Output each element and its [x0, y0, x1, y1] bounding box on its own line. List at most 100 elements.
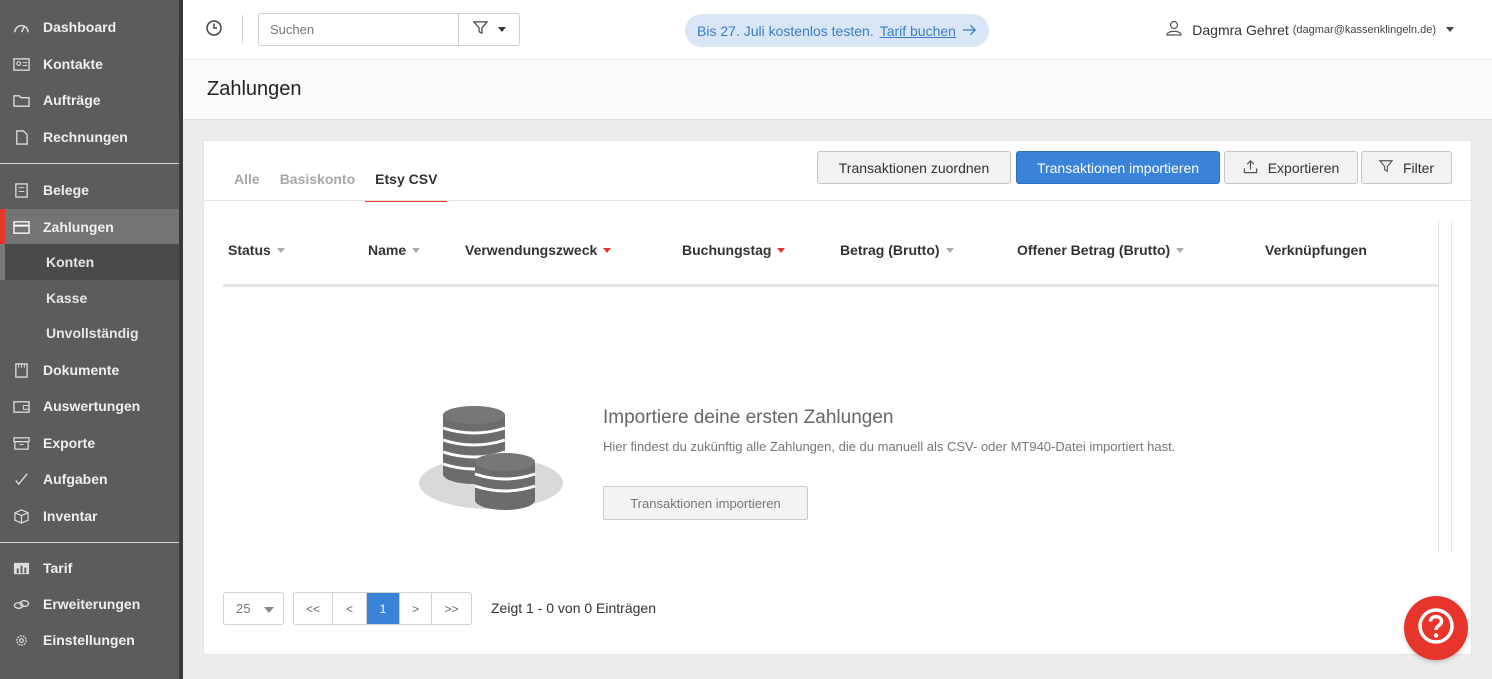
- column-label: Name: [368, 242, 407, 258]
- box-icon: [11, 508, 31, 524]
- sidebar-item-label: Aufträge: [43, 92, 101, 108]
- first-page-button[interactable]: <<: [294, 593, 333, 624]
- sidebar-subitem-kasse[interactable]: Kasse: [0, 280, 179, 316]
- empty-import-button[interactable]: Transaktionen importieren: [603, 486, 808, 520]
- column-header-name[interactable]: Name: [368, 242, 421, 258]
- sidebar-item-kontakte[interactable]: Kontakte: [0, 46, 179, 82]
- page-title: Zahlungen: [207, 78, 302, 100]
- sort-icon: [945, 247, 954, 253]
- sidebar-subitem-konten[interactable]: Konten: [0, 244, 179, 280]
- sidebar-item-label: Erweiterungen: [43, 596, 141, 612]
- account-tabs: Alle Basiskonto Etsy CSV: [224, 165, 448, 202]
- sort-icon: [603, 247, 612, 253]
- sidebar-subitem-label: Konten: [46, 254, 95, 270]
- user-icon: [1166, 20, 1182, 39]
- sidebar-item-zahlungen[interactable]: Zahlungen: [0, 209, 179, 245]
- sidebar-divider: [0, 542, 179, 543]
- sort-icon: [412, 247, 421, 253]
- search-input[interactable]: [258, 13, 458, 46]
- book-plan-link[interactable]: Tarif buchen: [880, 23, 956, 39]
- sidebar-item-label: Auswertungen: [43, 398, 141, 414]
- trial-text: Bis 27. Juli kostenlos testen.: [697, 22, 874, 39]
- page-size-value: 25: [236, 601, 251, 616]
- sidebar-item-dashboard[interactable]: Dashboard: [0, 9, 179, 45]
- user-email: (dagmar@kassenklingeln.de): [1292, 23, 1436, 36]
- column-label: Status: [228, 242, 271, 258]
- filter-label: Filter: [1402, 159, 1435, 176]
- payments-card: Alle Basiskonto Etsy CSV Transaktionen z…: [203, 140, 1472, 655]
- arrow-right-icon[interactable]: [962, 23, 977, 39]
- bar-chart-icon: [11, 560, 31, 576]
- sidebar-item-aufgaben[interactable]: Aufgaben: [0, 461, 179, 497]
- export-icon: [11, 435, 31, 451]
- sidebar-item-rechnungen[interactable]: Rechnungen: [0, 119, 179, 155]
- chevron-down-icon: [497, 27, 506, 32]
- pagination: << < 1 > >>: [293, 592, 472, 625]
- prev-page-button[interactable]: <: [333, 593, 367, 624]
- sort-icon: [276, 247, 285, 253]
- column-header-status[interactable]: Status: [228, 242, 285, 258]
- assign-transactions-button[interactable]: Transaktionen zuordnen: [817, 151, 1011, 184]
- sidebar-item-label: Dokumente: [43, 362, 120, 378]
- import-transactions-button[interactable]: Transaktionen importieren: [1016, 151, 1220, 184]
- column-header-buchungstag[interactable]: Buchungstag: [682, 242, 786, 258]
- sidebar-item-erweiterungen[interactable]: Erweiterungen: [0, 586, 179, 622]
- column-label: Verknüpfungen: [1265, 242, 1367, 258]
- sidebar-item-auftraege[interactable]: Aufträge: [0, 82, 179, 118]
- table-scrollbar[interactable]: [1438, 221, 1452, 552]
- sidebar-item-einstellungen[interactable]: Einstellungen: [0, 622, 179, 658]
- tab-etsy-csv[interactable]: Etsy CSV: [365, 165, 448, 202]
- sidebar-item-exporte[interactable]: Exporte: [0, 425, 179, 461]
- question-mark-icon: [1416, 606, 1456, 651]
- sidebar-item-auswertungen[interactable]: Auswertungen: [0, 388, 179, 424]
- gear-icon: [11, 632, 31, 648]
- filter-button[interactable]: Filter: [1361, 151, 1452, 184]
- folder-icon: [11, 92, 31, 108]
- table-header-divider: [223, 284, 1438, 287]
- sidebar-item-dokumente[interactable]: Dokumente: [0, 352, 179, 388]
- user-menu[interactable]: Dagmra Gehret (dagmar@kassenklingeln.de): [1166, 20, 1454, 39]
- tabs-divider: [204, 200, 1471, 201]
- tab-alle[interactable]: Alle: [224, 165, 270, 202]
- column-header-verwendungszweck[interactable]: Verwendungszweck: [465, 242, 612, 258]
- sidebar-item-label: Dashboard: [43, 19, 117, 35]
- sort-icon: [777, 247, 786, 253]
- column-label: Betrag (Brutto): [840, 242, 940, 258]
- current-page-button[interactable]: 1: [367, 593, 400, 624]
- tab-basiskonto[interactable]: Basiskonto: [270, 165, 365, 202]
- page-size-select[interactable]: 25: [223, 592, 284, 625]
- sidebar-item-inventar[interactable]: Inventar: [0, 498, 179, 534]
- contacts-icon: [11, 56, 31, 72]
- sidebar-item-belege[interactable]: Belege: [0, 172, 179, 208]
- sidebar-item-label: Kontakte: [43, 56, 103, 72]
- sidebar-item-label: Einstellungen: [43, 632, 135, 648]
- sort-icon: [1176, 247, 1185, 253]
- last-page-button[interactable]: >>: [432, 593, 471, 624]
- trial-banner: Bis 27. Juli kostenlos testen. Tarif buc…: [685, 14, 989, 47]
- column-header-verknuepfungen: Verknüpfungen: [1265, 242, 1367, 258]
- credit-card-icon: [11, 219, 31, 235]
- sidebar-item-tarif[interactable]: Tarif: [0, 550, 179, 586]
- search-filter-dropdown[interactable]: [458, 13, 520, 46]
- column-label: Verwendungszweck: [465, 242, 598, 258]
- column-label: Offener Betrag (Brutto): [1017, 242, 1171, 258]
- receipt-icon: [11, 182, 31, 198]
- upload-icon: [1243, 159, 1258, 177]
- sidebar-item-label: Belege: [43, 182, 89, 198]
- filter-icon: [472, 20, 488, 40]
- column-header-offener-betrag[interactable]: Offener Betrag (Brutto): [1017, 242, 1185, 258]
- top-bar: Bis 27. Juli kostenlos testen. Tarif buc…: [183, 0, 1492, 60]
- sidebar-item-label: Exporte: [43, 435, 96, 451]
- clock-icon[interactable]: [205, 19, 223, 37]
- sidebar-subitem-label: Unvollständig: [46, 325, 139, 341]
- export-label: Exportieren: [1267, 159, 1340, 176]
- sidebar-subitem-unvollstaendig[interactable]: Unvollständig: [0, 315, 179, 351]
- dashboard-icon: [11, 19, 31, 35]
- wallet-icon: [11, 398, 31, 414]
- topbar-divider: [242, 15, 243, 43]
- link-icon: [11, 596, 31, 612]
- export-button[interactable]: Exportieren: [1224, 151, 1358, 184]
- next-page-button[interactable]: >: [400, 593, 432, 624]
- help-button[interactable]: [1404, 596, 1468, 660]
- column-header-betrag[interactable]: Betrag (Brutto): [840, 242, 954, 258]
